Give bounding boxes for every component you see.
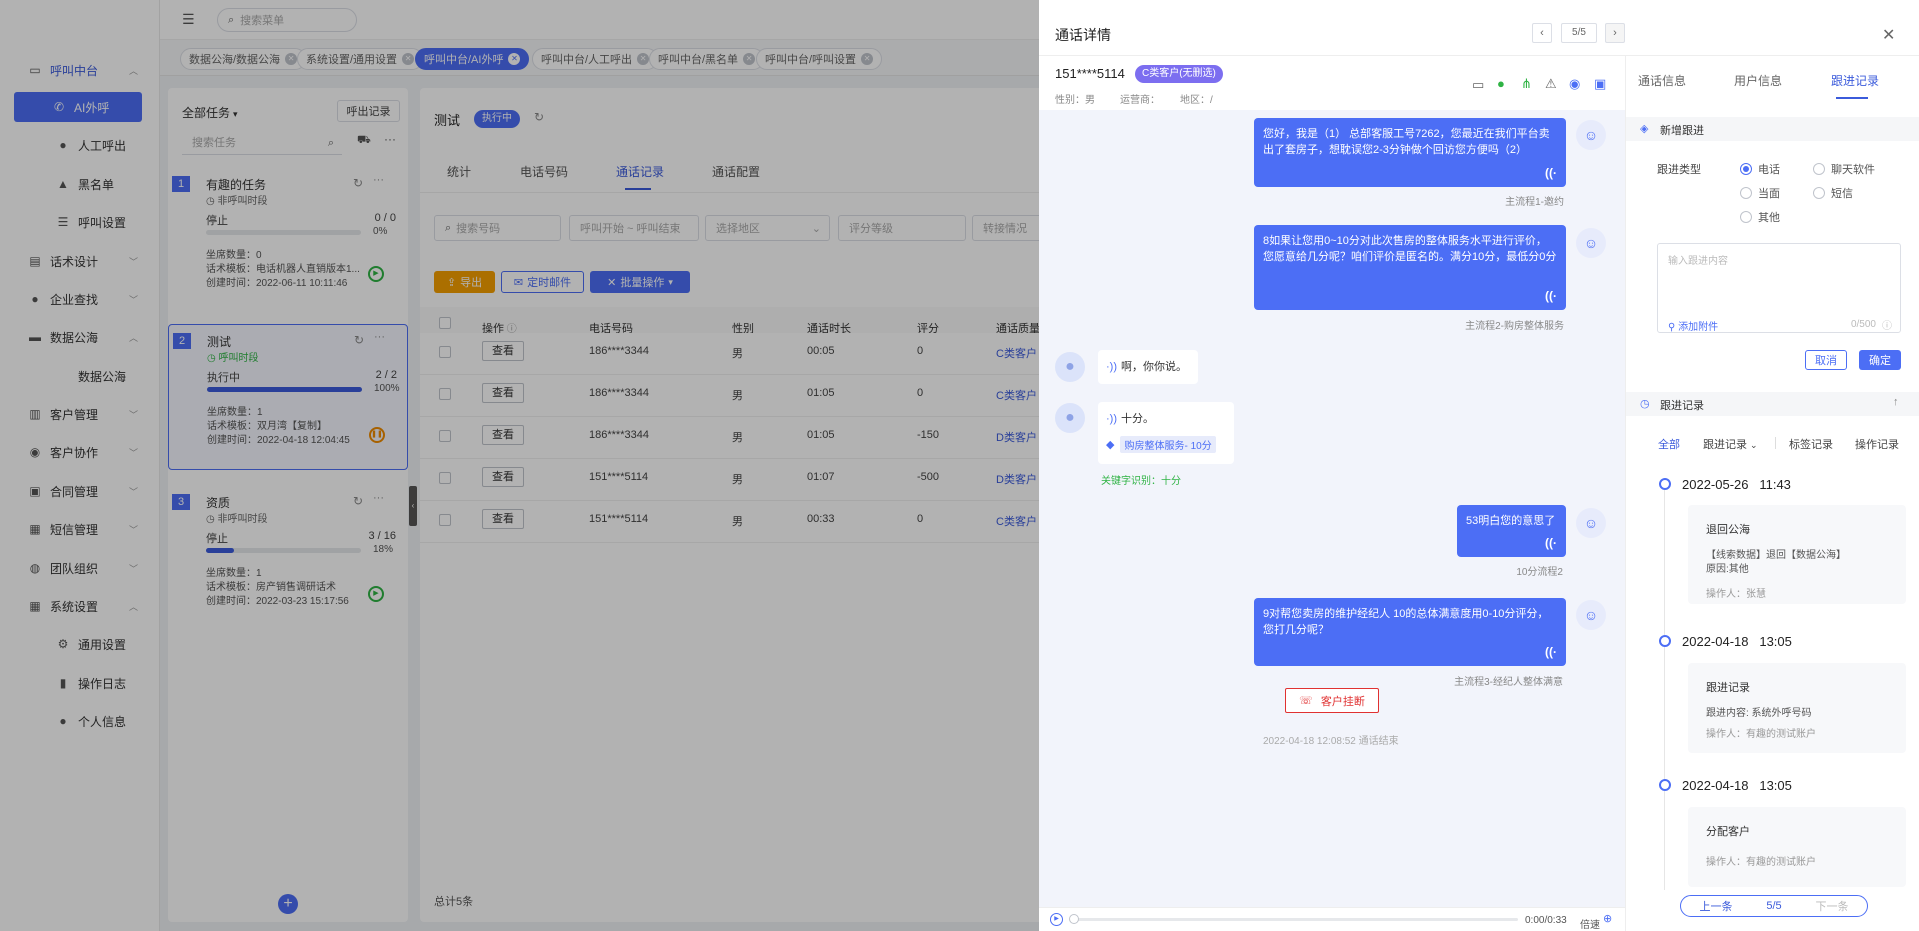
followup-type-label: 跟进类型 (1657, 164, 1701, 176)
bot-message: 8如果让您用0~10分对此次售房的整体服务水平进行评价，您愿意给几分呢？咱们评价… (1254, 225, 1566, 310)
chevron-up-icon[interactable]: ↑ (1893, 396, 1899, 408)
tab-underline (1836, 97, 1868, 99)
filter-all[interactable]: 全部 (1658, 436, 1680, 452)
bot-avatar: ☺ (1576, 508, 1606, 538)
filter-followup[interactable]: 跟进记录 ⌄ (1703, 436, 1758, 452)
timeline-dot (1659, 779, 1671, 791)
audio-wave-icon[interactable]: ·)) (1106, 413, 1117, 425)
customer-message: ·)) 啊，你你说。 (1098, 350, 1198, 384)
attach-link[interactable]: ⚲ 添加附件 (1668, 318, 1718, 333)
bot-message: 9对帮您卖房的维护经纪人 10的总体满意度用0-10分评分，您打几分呢？ ((· (1254, 598, 1566, 666)
timeline-line (1664, 490, 1665, 890)
drawer-title: 通话详情 (1055, 27, 1111, 43)
call-end-note: 2022-04-18 12:08:52 通话结束 (1263, 736, 1399, 747)
followup-records-title: 跟进记录 (1660, 400, 1704, 412)
download-icon[interactable]: ⊕ (1603, 912, 1612, 925)
timeline-card: 退回公海 【线索数据】退回【数据公海】 原因:其他 操作人：张慧 (1688, 505, 1906, 604)
bot-message: 您好，我是（1） 总部客服工号7262，您最近在我们平台卖出了套房子，想耽误您2… (1254, 118, 1566, 187)
record-pager: 5/5 (1561, 23, 1597, 43)
customer-avatar: ● (1055, 403, 1085, 433)
warning-icon[interactable]: ⚠ (1545, 76, 1557, 92)
filter-operations[interactable]: 操作记录 (1855, 436, 1899, 452)
type-radio-phone[interactable]: 电话 (1740, 161, 1780, 177)
audio-wave-icon[interactable]: ((· (1545, 535, 1557, 551)
tab-user-info[interactable]: 用户信息 (1734, 72, 1782, 89)
share-icon[interactable]: ⋔ (1521, 76, 1532, 92)
customer-gender: 性别：男 (1055, 95, 1095, 106)
right-panel-divider (1625, 56, 1626, 931)
bot-avatar: ☺ (1576, 228, 1606, 258)
close-icon[interactable]: ✕ (1882, 25, 1895, 45)
clock-icon: ◷ (1640, 398, 1650, 410)
playback-speed[interactable]: 倍速 (1580, 916, 1600, 931)
customer-phone: 151****5114 (1055, 66, 1125, 81)
tab-followup[interactable]: 跟进记录 (1831, 72, 1879, 89)
wechat-icon[interactable]: ● (1497, 76, 1505, 91)
eye-icon[interactable]: ◉ (1569, 76, 1580, 92)
timeline-date: 2022-04-18 13:05 (1682, 778, 1792, 793)
timeline-card: 分配客户 操作人：有趣的测试账户 (1688, 807, 1906, 887)
filter-tags[interactable]: 标签记录 (1789, 436, 1833, 452)
followup-textarea[interactable]: 输入跟进内容 ⚲ 添加附件 0/500 ⓘ (1657, 243, 1901, 333)
timeline-date: 2022-04-18 13:05 (1682, 634, 1792, 649)
drawer-header-divider (1039, 55, 1919, 56)
audio-wave-icon[interactable]: ((· (1545, 644, 1557, 660)
play-icon[interactable]: ▶ (1050, 913, 1063, 926)
next-button[interactable]: 下一条 (1797, 898, 1867, 914)
intent-tag: 购房整体服务- 10分 (1120, 436, 1216, 453)
timeline-dot (1659, 635, 1671, 647)
type-radio-sms[interactable]: 短信 (1813, 185, 1853, 201)
message-caption: 主流程1-邀约 (1505, 197, 1564, 208)
chevron-down-icon: ⌄ (1750, 440, 1758, 450)
paperclip-icon: ⚲ (1668, 322, 1679, 333)
customer-region: 地区：/ (1180, 95, 1213, 106)
layers-icon: ◈ (1640, 123, 1649, 135)
copy-icon[interactable]: ▣ (1594, 76, 1606, 92)
message-caption: 10分流程2 (1516, 567, 1563, 578)
help-icon: ⓘ (1882, 321, 1892, 332)
customer-tag: C类客户(无删选) (1135, 65, 1223, 83)
bot-message: 53明白您的意思了 ((· (1457, 505, 1566, 557)
audio-wave-icon[interactable]: ·)) (1106, 361, 1117, 373)
cancel-button[interactable]: 取消 (1805, 350, 1847, 370)
bot-avatar: ☺ (1576, 600, 1606, 630)
audio-seek-slider[interactable] (1072, 918, 1518, 921)
type-radio-chat[interactable]: 聊天软件 (1813, 161, 1875, 177)
type-radio-in-person[interactable]: 当面 (1740, 185, 1780, 201)
customer-message: ·)) 十分。 ◆ 购房整体服务- 10分 (1098, 402, 1234, 464)
prev-button[interactable]: 上一条 (1681, 898, 1751, 914)
timeline-dot (1659, 478, 1671, 490)
audio-seek-handle[interactable] (1069, 914, 1079, 924)
prev-record-button[interactable]: ‹ (1532, 23, 1552, 43)
pager-count: 5/5 (1766, 900, 1782, 912)
timeline-card: 跟进记录 跟进内容: 系统外呼号码 操作人：有趣的测试账户 (1688, 663, 1906, 753)
keyword-hit: 关键字识别：十分 (1101, 476, 1181, 487)
tab-call-info[interactable]: 通话信息 (1638, 72, 1686, 89)
modal-overlay[interactable] (0, 0, 1039, 931)
chat-icon[interactable]: ▭ (1472, 77, 1484, 93)
new-followup-title: 新增跟进 (1660, 125, 1704, 137)
customer-avatar: ● (1055, 352, 1085, 382)
audio-wave-icon[interactable]: ((· (1545, 165, 1557, 181)
timeline-date: 2022-05-26 11:43 (1682, 477, 1791, 492)
confirm-button[interactable]: 确定 (1859, 350, 1901, 370)
customer-hangup-badge: ☏ 客户挂断 (1285, 688, 1379, 713)
message-caption: 主流程3-经纪人整体满意 (1454, 677, 1563, 688)
filter-divider (1775, 437, 1776, 449)
next-record-button[interactable]: › (1605, 23, 1625, 43)
hangup-icon: ☏ (1299, 695, 1313, 707)
tag-icon: ◆ (1106, 439, 1115, 451)
customer-carrier: 运营商： (1120, 95, 1160, 106)
audio-wave-icon[interactable]: ((· (1545, 288, 1557, 304)
timeline-pager: 上一条 5/5 下一条 (1680, 895, 1868, 917)
audio-time: 0:00/0:33 (1525, 915, 1567, 926)
message-caption: 主流程2-购房整体服务 (1465, 321, 1564, 332)
type-radio-other[interactable]: 其他 (1740, 209, 1780, 225)
bot-avatar: ☺ (1576, 120, 1606, 150)
